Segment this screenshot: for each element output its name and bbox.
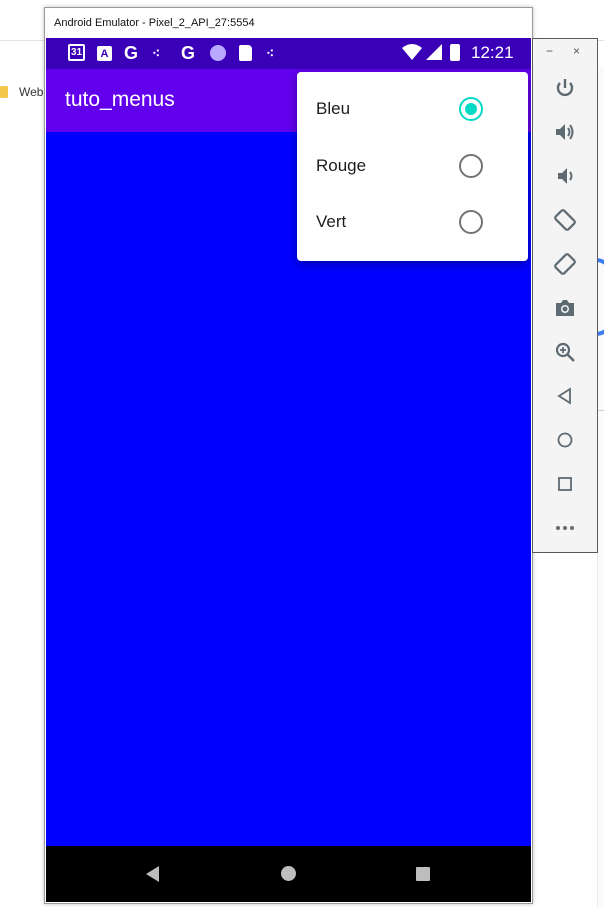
power-icon[interactable] xyxy=(549,72,581,104)
overflow-popup-menu: Bleu Rouge Vert xyxy=(297,72,528,261)
menu-item-vert[interactable]: Vert xyxy=(297,194,528,251)
emulator-window: Android Emulator - Pixel_2_API_27:5554 3… xyxy=(44,7,533,904)
app-title: tuto_menus xyxy=(65,88,175,111)
menu-item-label: Bleu xyxy=(316,99,351,118)
radio-button-unchecked[interactable] xyxy=(459,210,483,234)
menu-item-label: Vert xyxy=(316,212,347,231)
camera-icon[interactable] xyxy=(549,292,581,324)
radio-button-unchecked[interactable] xyxy=(459,154,483,178)
minimize-button[interactable]: − xyxy=(546,44,553,58)
status-time: 12:21 xyxy=(471,43,514,62)
bookmark-label: Web xyxy=(19,85,44,99)
wifi-icon xyxy=(402,42,422,61)
navigation-bar xyxy=(46,846,531,902)
back-icon[interactable] xyxy=(549,380,581,412)
nav-recents-icon[interactable] xyxy=(416,867,430,881)
font-icon: A xyxy=(97,46,112,61)
google-icon: G xyxy=(124,43,139,63)
sync-icon xyxy=(210,45,226,61)
sd-card-icon xyxy=(239,45,252,61)
rotate-right-icon[interactable] xyxy=(549,248,581,280)
home-icon[interactable] xyxy=(549,424,581,456)
device-screen[interactable]: 31 A G ⁖ G ⁖ 12:21 tuto_menus Bleu Rouge… xyxy=(46,38,531,902)
calendar-icon: 31 xyxy=(68,44,85,61)
folder-icon xyxy=(0,86,8,98)
browser-divider xyxy=(597,410,604,411)
dots-icon: ⁖ xyxy=(152,45,161,61)
rotate-left-icon[interactable] xyxy=(549,204,581,236)
google-icon-2: G xyxy=(181,43,196,63)
close-button[interactable]: × xyxy=(573,44,580,58)
radio-button-checked[interactable] xyxy=(459,97,483,121)
volume-down-icon[interactable] xyxy=(549,160,581,192)
menu-item-rouge[interactable]: Rouge xyxy=(297,138,528,195)
dots-icon-2: ⁖ xyxy=(266,45,275,61)
window-title: Android Emulator - Pixel_2_API_27:5554 xyxy=(54,17,255,29)
cell-signal-icon xyxy=(426,42,444,61)
browser-page-edge xyxy=(597,66,604,907)
menu-item-label: Rouge xyxy=(316,156,367,175)
nav-back-icon[interactable] xyxy=(146,866,159,882)
overview-icon[interactable] xyxy=(549,468,581,500)
status-bar: 31 A G ⁖ G ⁖ 12:21 xyxy=(46,38,531,69)
battery-icon xyxy=(450,44,460,61)
volume-up-icon[interactable] xyxy=(549,116,581,148)
calendar-day: 31 xyxy=(70,47,83,58)
emulator-toolbar: − × xyxy=(532,38,598,553)
bookmark-item-web[interactable]: Web xyxy=(0,40,46,99)
more-icon[interactable] xyxy=(549,512,581,544)
zoom-icon[interactable] xyxy=(549,336,581,368)
menu-item-bleu[interactable]: Bleu xyxy=(297,81,528,138)
nav-home-icon[interactable] xyxy=(281,866,296,881)
